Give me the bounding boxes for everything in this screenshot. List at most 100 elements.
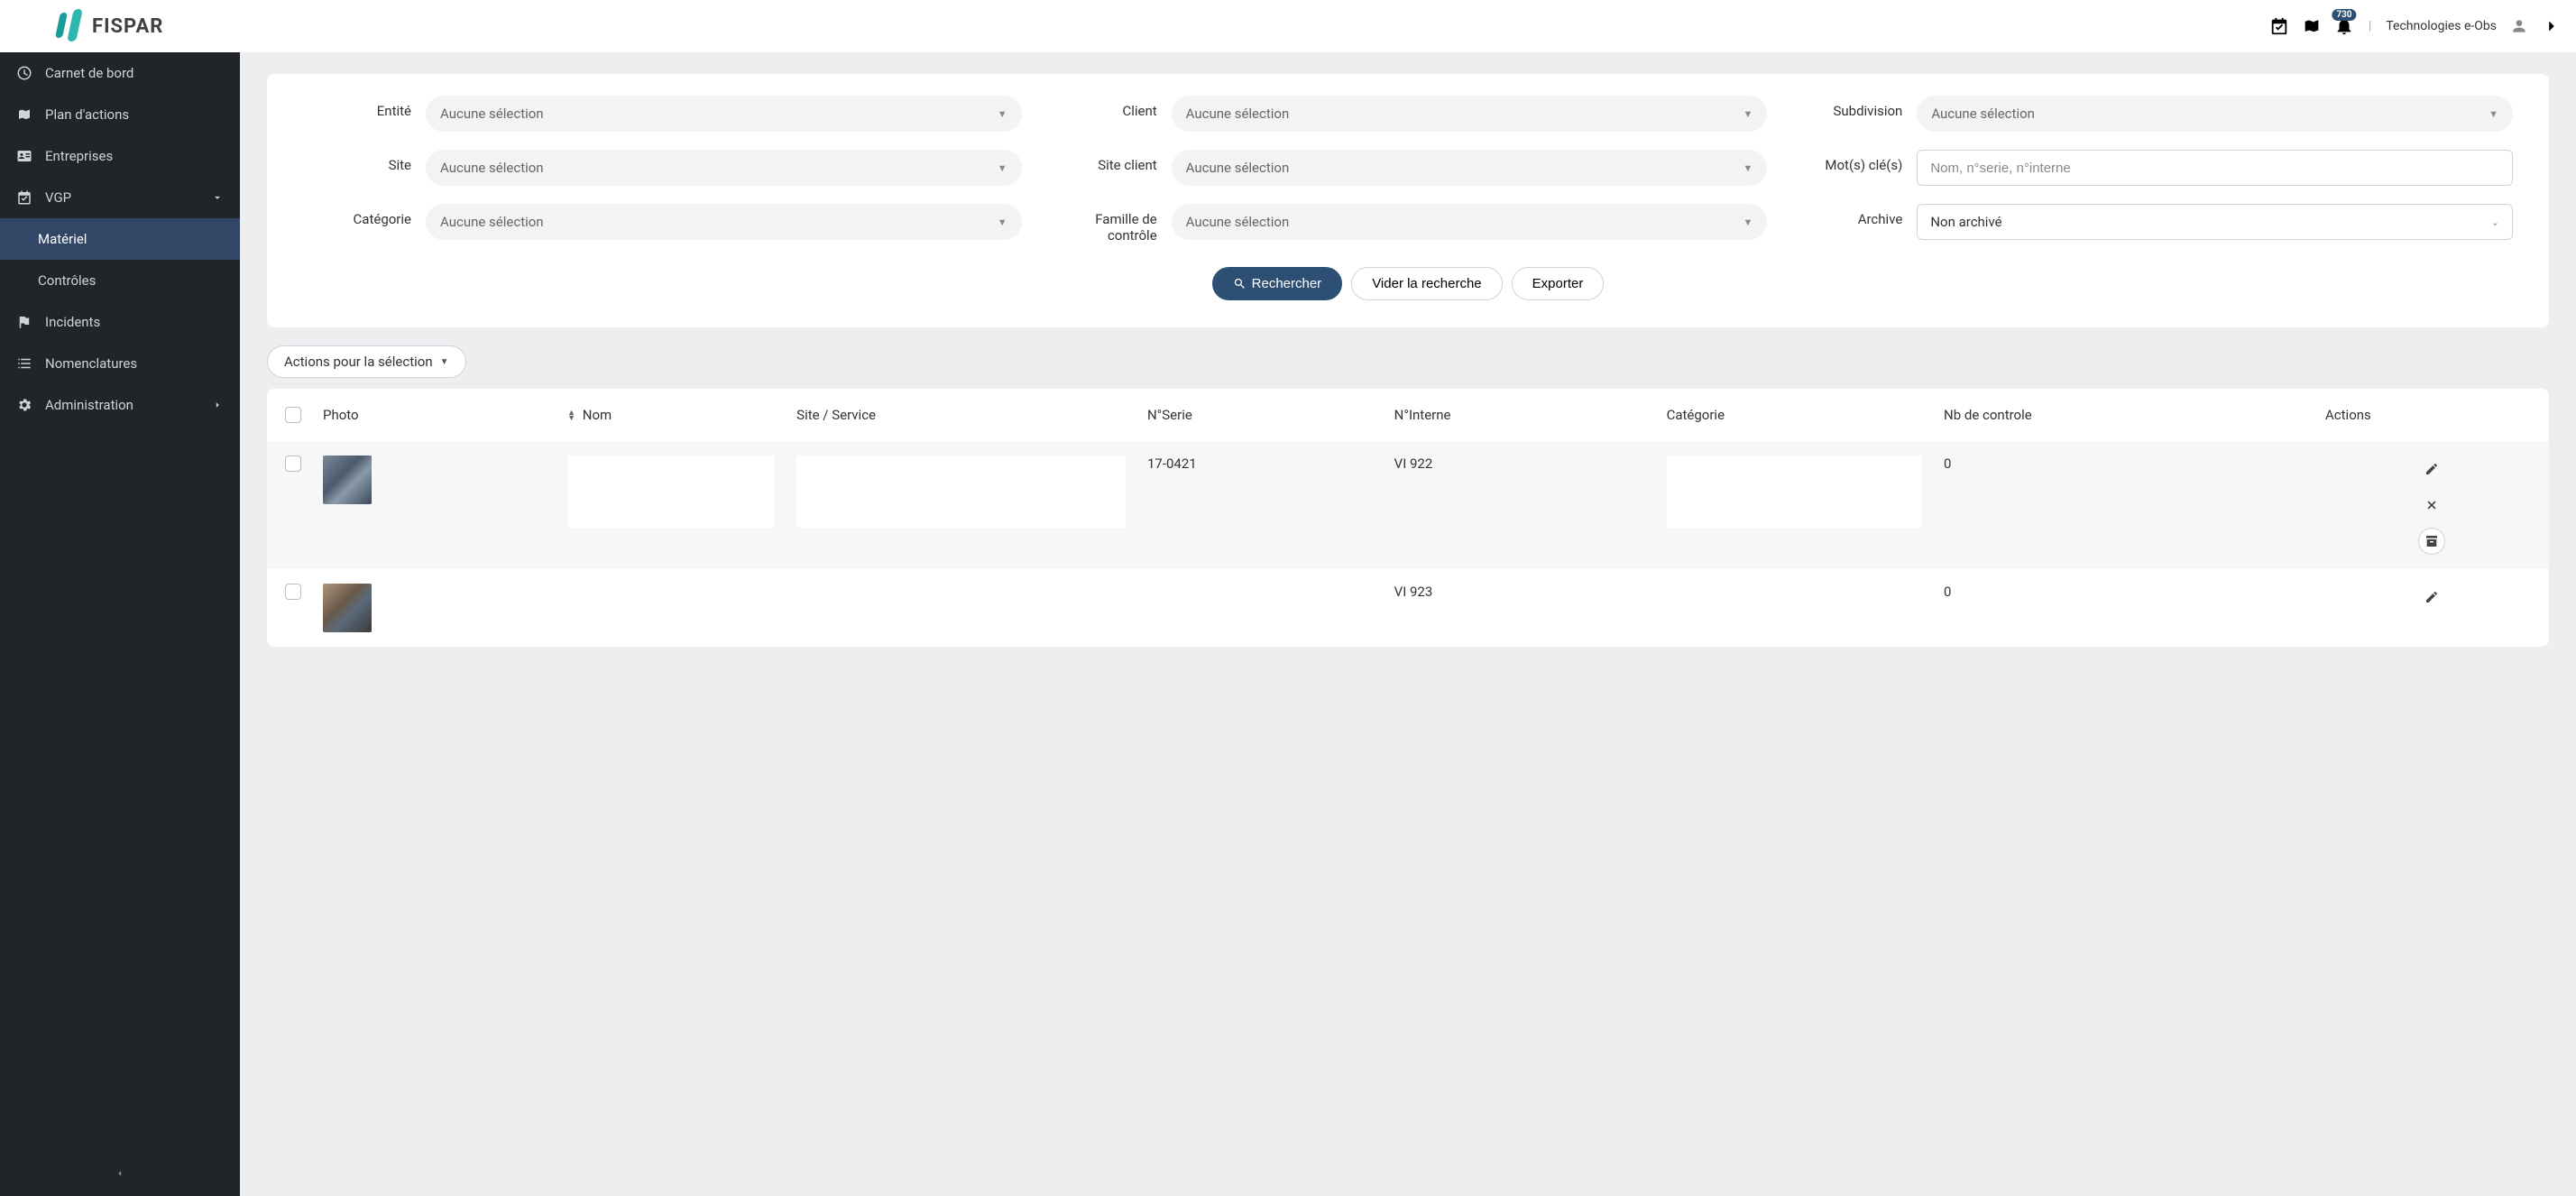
col-ninterne: N°Interne [1384,389,1656,441]
archive-button[interactable] [2418,528,2445,555]
dropdown-label: Actions pour la sélection [284,354,433,370]
sidebar-item-label: Plan d'actions [45,106,129,123]
caret-down-icon: ▼ [1743,108,1753,120]
user-icon[interactable] [2509,16,2529,36]
cell-nb-controle: 0 [1933,569,2314,647]
top-header: FISPAR 730 | Technologies e-Obs [0,0,2576,52]
export-button[interactable]: Exporter [1512,267,1605,300]
filter-select-archive[interactable]: Non archivé ⌄ [1917,204,2513,240]
bulk-actions-dropdown[interactable]: Actions pour la sélection ▼ [267,345,466,378]
caret-down-icon: ▼ [998,108,1007,120]
col-nom[interactable]: ▲▼ Nom [557,389,786,441]
sidebar-item-administration[interactable]: Administration [0,384,240,426]
filter-select-categorie[interactable]: Aucune sélection ▼ [426,204,1022,240]
select-all-checkbox[interactable] [285,407,301,423]
notifications-bell[interactable]: 730 [2334,16,2354,36]
filter-label-client: Client [1049,96,1157,119]
sidebar-item-label: Matériel [38,231,87,247]
filter-select-subdivision[interactable]: Aucune sélection ▼ [1917,96,2513,132]
edit-button[interactable] [2418,584,2445,611]
caret-down-icon: ▼ [1743,216,1753,228]
chevron-left-icon [114,1167,126,1180]
sidebar-item-carnet-de-bord[interactable]: Carnet de bord [0,52,240,94]
sidebar-collapse-button[interactable] [0,1155,240,1196]
col-categorie: Catégorie [1656,389,1933,441]
row-photo-thumbnail[interactable] [323,584,372,632]
row-checkbox[interactable] [285,584,301,600]
chevron-down-icon [211,191,224,204]
header-right: 730 | Technologies e-Obs [2269,16,2562,36]
caret-down-icon: ▼ [2489,108,2498,120]
row-checkbox[interactable] [285,455,301,472]
sidebar-item-entreprises[interactable]: Entreprises [0,135,240,177]
sidebar-item-controles[interactable]: Contrôles [0,260,240,301]
filter-select-entite[interactable]: Aucune sélection ▼ [426,96,1022,132]
select-value: Non archivé [1930,214,2001,230]
map-icon[interactable] [2302,16,2322,36]
user-label: Technologies e-Obs [2386,19,2497,33]
cell-nb-controle: 0 [1933,441,2314,569]
close-icon [2424,498,2439,512]
col-nb-controle: Nb de controle [1933,389,2314,441]
brand-name: FISPAR [92,15,163,38]
brand-logo: FISPAR [14,9,163,43]
logo-icon [58,9,85,43]
filter-card: Entité Aucune sélection ▼ Client Aucune … [267,74,2549,327]
select-value: Aucune sélection [1931,106,2035,122]
sidebar-item-label: Entreprises [45,148,113,164]
caret-down-icon: ▼ [1743,162,1753,174]
sidebar-item-label: Nomenclatures [45,355,137,372]
flag-icon [16,314,32,330]
button-label: Exporter [1532,276,1584,291]
filter-input-keywords[interactable] [1917,150,2513,186]
caret-down-icon: ⌄ [2491,216,2499,228]
select-value: Aucune sélection [1186,214,1290,230]
dashboard-icon [16,65,32,81]
chevron-right-icon[interactable] [2542,16,2562,36]
cell-nserie: 17-0421 [1136,441,1384,569]
filter-select-famille-controle[interactable]: Aucune sélection ▼ [1172,204,1768,240]
sidebar-item-materiel[interactable]: Matériel [0,218,240,260]
filter-select-client[interactable]: Aucune sélection ▼ [1172,96,1768,132]
caret-down-icon: ▼ [998,162,1007,174]
calendar-check-icon[interactable] [2269,16,2289,36]
delete-button[interactable] [2418,492,2445,519]
col-site-service: Site / Service [786,389,1136,441]
table-row: 17-0421 VI 922 0 [267,441,2549,569]
button-label: Rechercher [1252,276,1322,291]
edit-button[interactable] [2418,455,2445,483]
filter-label-site-client: Site client [1049,150,1157,173]
sidebar-item-vgp[interactable]: VGP [0,177,240,218]
filter-select-site-client[interactable]: Aucune sélection ▼ [1172,150,1768,186]
filter-label-subdivision: Subdivision [1794,96,1902,119]
filter-label-site: Site [303,150,411,173]
results-table-card: Photo ▲▼ Nom Site / Service N°Serie N°In… [267,389,2549,647]
sidebar-item-nomenclatures[interactable]: Nomenclatures [0,343,240,384]
select-value: Aucune sélection [440,106,544,122]
select-value: Aucune sélection [440,160,544,176]
select-value: Aucune sélection [1186,106,1290,122]
pencil-icon [2424,462,2439,476]
map-icon [16,106,32,123]
list-icon [16,355,32,372]
filter-label-famille-controle: Famille de contrôle [1049,204,1157,244]
filter-label-motcle: Mot(s) clé(s) [1794,150,1902,173]
select-value: Aucune sélection [1186,160,1290,176]
cell-ninterne: VI 922 [1384,441,1656,569]
id-card-icon [16,148,32,164]
search-icon [1233,277,1247,290]
row-photo-thumbnail[interactable] [323,455,372,504]
filter-select-site[interactable]: Aucune sélection ▼ [426,150,1022,186]
search-button[interactable]: Rechercher [1212,267,1343,300]
clear-search-button[interactable]: Vider la recherche [1351,267,1502,300]
cell-nom [557,569,786,647]
sidebar-item-plan-actions[interactable]: Plan d'actions [0,94,240,135]
divider: | [2369,19,2371,33]
cell-ninterne: VI 923 [1384,569,1656,647]
sidebar-item-label: Incidents [45,314,100,330]
sidebar-item-label: Carnet de bord [45,65,133,81]
notification-badge: 730 [2332,9,2356,21]
archive-icon [2424,534,2439,548]
caret-down-icon: ▼ [440,357,449,367]
sidebar-item-incidents[interactable]: Incidents [0,301,240,343]
